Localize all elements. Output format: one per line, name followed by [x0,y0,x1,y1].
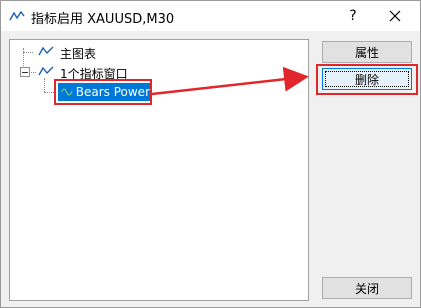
tree-item-label: 主图表 [60,47,97,61]
close-button[interactable]: 关闭 [322,277,412,299]
indicators-dialog: 指标启用 XAUUSD,M30 ? 主图表 1个指标窗口 Bears Power… [0,0,421,308]
focus-rect [325,71,409,87]
collapse-toggle[interactable] [20,67,30,77]
tree-connector [23,52,33,53]
indicator-wave-icon [61,88,73,96]
indicator-tree[interactable]: 主图表 1个指标窗口 Bears Power [9,39,309,301]
window-title: 指标启用 XAUUSD,M30 [31,12,175,27]
tree-item-bears-power[interactable]: Bears Power [58,83,150,101]
delete-button[interactable]: 删除 [322,68,412,90]
tree-item-label: 1个指标窗口 [60,67,128,81]
chart-line-icon [38,46,54,56]
title-bar: 指标启用 XAUUSD,M30 ? [1,1,420,31]
tree-connector [23,48,24,68]
chart-line-icon [38,66,54,76]
tree-connector [44,92,56,93]
indicator-line-icon [9,10,25,21]
close-icon [389,10,401,22]
tree-item-label: Bears Power [75,85,150,99]
help-button[interactable]: ? [335,1,371,31]
properties-button[interactable]: 属性 [322,41,412,63]
tree-connector [44,78,45,92]
close-window-button[interactable] [377,1,413,31]
